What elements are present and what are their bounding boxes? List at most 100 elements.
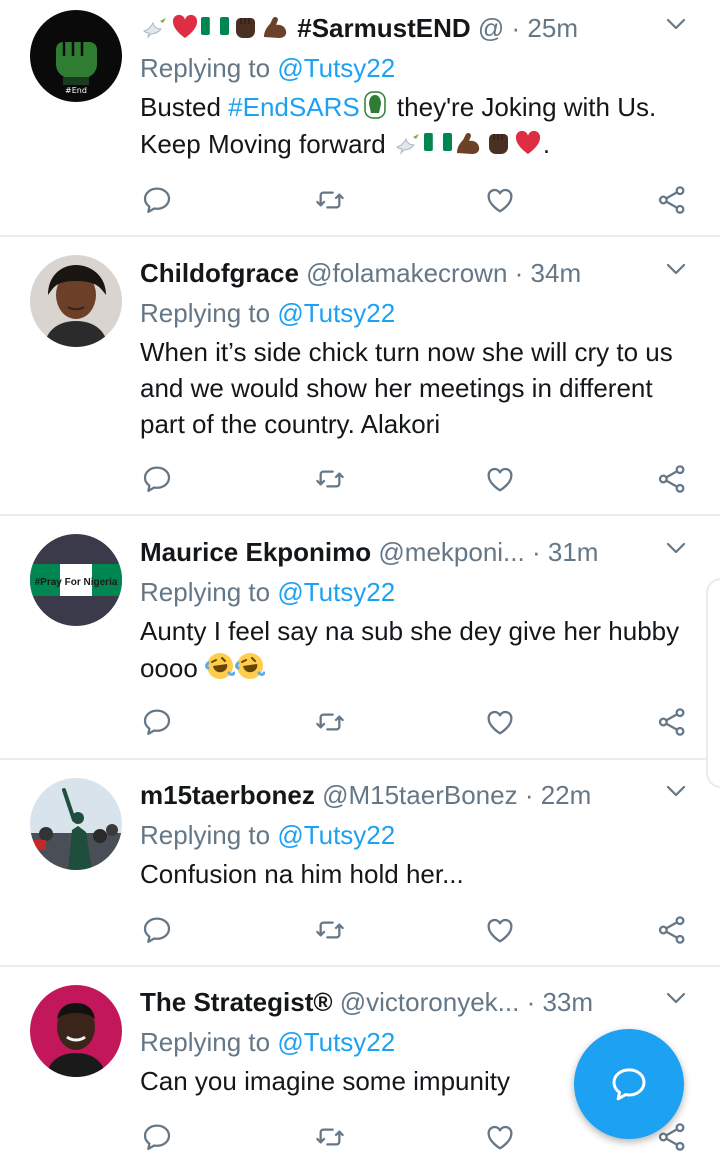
user-handle[interactable]: @M15taerBonez (322, 780, 518, 810)
replying-to: Replying to @Tutsy22 (140, 574, 395, 610)
raised-fist-icon (230, 11, 260, 41)
display-name[interactable]: m15taerbonez (140, 780, 315, 810)
user-handle[interactable]: @ (478, 13, 504, 43)
like-button[interactable] (480, 1117, 520, 1157)
display-name[interactable]: The Strategist® (140, 987, 333, 1017)
user-handle[interactable]: @mekponi... (378, 537, 524, 567)
retweet-button[interactable] (310, 910, 350, 950)
like-icon (484, 706, 516, 738)
replying-to: Replying to @Tutsy22 (140, 295, 395, 331)
compose-reply-button[interactable] (574, 1029, 684, 1139)
avatar-caption: #Pray For Nigeria (35, 577, 118, 588)
tweet-header: Maurice Ekponimo @mekponi... · 31m (140, 532, 650, 572)
laughing-face-icon (205, 651, 235, 681)
share-icon (656, 914, 688, 946)
tweet-text: When it’s side chick turn now she will c… (140, 337, 673, 439)
avatar[interactable] (30, 778, 122, 870)
like-icon (484, 914, 516, 946)
reply-icon (141, 463, 173, 495)
tweet-text: Busted #EndSARS they're Joking with Us. … (140, 89, 700, 163)
user-handle[interactable]: @victoronyek... (340, 987, 520, 1017)
reply-icon (141, 706, 173, 738)
action-bar (0, 459, 720, 499)
chevron-down-icon[interactable] (664, 779, 688, 803)
replying-label: Replying to (140, 1027, 271, 1057)
tweet-text: Aunty I feel say na sub she dey give her… (140, 613, 700, 687)
hashtag-link[interactable]: #EndSARS (228, 92, 360, 122)
svg-text:#End: #End (65, 86, 87, 95)
chevron-down-icon[interactable] (664, 986, 688, 1010)
chevron-down-icon[interactable] (664, 257, 688, 281)
like-button[interactable] (480, 910, 520, 950)
reply-button[interactable] (137, 180, 177, 220)
separator-dot: · (524, 780, 534, 810)
retweet-icon (314, 914, 346, 946)
like-icon (484, 184, 516, 216)
user-handle[interactable]: @folamakecrown (306, 258, 507, 288)
laughing-face-icon (235, 651, 265, 681)
reply-icon (141, 1121, 173, 1153)
like-button[interactable] (480, 180, 520, 220)
like-icon (484, 463, 516, 495)
replying-label: Replying to (140, 53, 271, 83)
tweet-3[interactable]: #Pray For Nigeria Maurice Ekponimo @mekp… (0, 516, 720, 760)
display-name[interactable]: #SarmustEND (297, 13, 470, 43)
avatar[interactable]: #End (30, 10, 122, 102)
share-button[interactable] (652, 910, 692, 950)
flexed-biceps-icon (453, 127, 483, 157)
text-segment: Busted (140, 92, 229, 122)
action-bar (0, 180, 720, 220)
timestamp: 33m (542, 987, 594, 1017)
separator-dot: · (531, 537, 541, 567)
reply-button[interactable] (137, 1117, 177, 1157)
replying-label: Replying to (140, 577, 271, 607)
tweet-header: Childofgrace @folamakecrown · 34m (140, 253, 650, 293)
replying-to: Replying to @Tutsy22 (140, 817, 395, 853)
raised-fist-icon (483, 127, 513, 157)
share-button[interactable] (652, 180, 692, 220)
share-button[interactable] (652, 459, 692, 499)
retweet-button[interactable] (310, 180, 350, 220)
retweet-button[interactable] (310, 702, 350, 742)
share-button[interactable] (652, 702, 692, 742)
chevron-down-icon[interactable] (664, 536, 688, 560)
tweet-2[interactable]: Childofgrace @folamakecrown · 34m Replyi… (0, 237, 720, 516)
tweet-header: m15taerbonez @M15taerBonez · 22m (140, 775, 650, 815)
timestamp: 25m (527, 13, 578, 43)
like-button[interactable] (480, 459, 520, 499)
reply-button[interactable] (137, 702, 177, 742)
reply-button[interactable] (137, 910, 177, 950)
timestamp: 22m (540, 780, 592, 810)
protest-crowd-avatar-icon (30, 778, 122, 870)
share-icon (656, 463, 688, 495)
red-heart-icon (170, 11, 200, 41)
tweet-4[interactable]: m15taerbonez @M15taerBonez · 22m Replyin… (0, 760, 720, 967)
woman-portrait-avatar-icon (30, 255, 122, 347)
separator-dot: · (511, 13, 521, 43)
display-name[interactable]: Maurice Ekponimo (140, 537, 371, 567)
compose-reply-icon (612, 1068, 646, 1101)
like-button[interactable] (480, 702, 520, 742)
man-portrait-avatar-icon (30, 985, 122, 1077)
avatar[interactable] (30, 985, 122, 1077)
replying-to-link[interactable]: @Tutsy22 (277, 1027, 395, 1057)
replying-to-link[interactable]: @Tutsy22 (277, 577, 395, 607)
pray-for-nigeria-avatar-icon: #Pray For Nigeria (30, 534, 122, 626)
timestamp: 31m (547, 537, 599, 567)
avatar[interactable]: #Pray For Nigeria (30, 534, 122, 626)
replying-to-link[interactable]: @Tutsy22 (277, 820, 395, 850)
reply-button[interactable] (137, 459, 177, 499)
tweet-text: Confusion na him hold her... (140, 859, 464, 889)
retweet-icon (314, 706, 346, 738)
tweet-1[interactable]: #End #SarmustEND @ · 25m Replying to @Tu… (0, 0, 720, 237)
scroll-handle[interactable] (706, 578, 720, 788)
retweet-button[interactable] (310, 1117, 350, 1157)
avatar[interactable] (30, 255, 122, 347)
display-name[interactable]: Childofgrace (140, 258, 299, 288)
replying-to-link[interactable]: @Tutsy22 (277, 298, 395, 328)
retweet-button[interactable] (310, 459, 350, 499)
like-icon (484, 1121, 516, 1153)
reply-icon (141, 184, 173, 216)
replying-to-link[interactable]: @Tutsy22 (277, 53, 395, 83)
chevron-down-icon[interactable] (664, 12, 688, 36)
